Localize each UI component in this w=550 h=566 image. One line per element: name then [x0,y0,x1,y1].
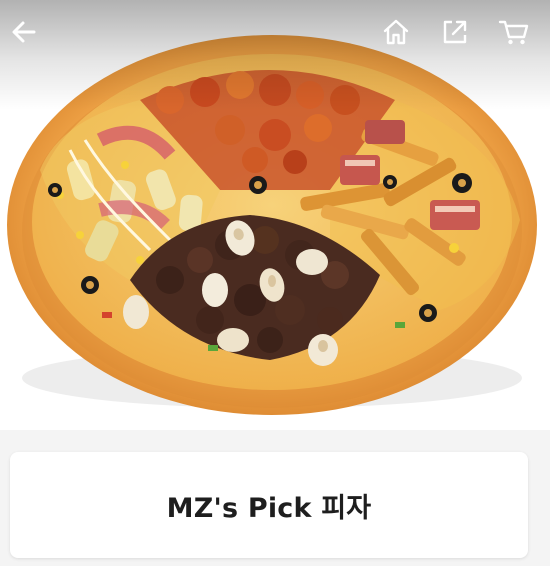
home-button[interactable] [378,14,414,50]
cart-icon [498,20,529,45]
product-title-card: MZ's Pick 피자 [10,452,528,558]
back-button[interactable] [6,14,42,50]
product-detail-screen: MZ's Pick 피자 [0,0,550,566]
cart-button[interactable] [496,14,532,50]
home-icon [383,19,409,45]
top-app-bar [0,0,550,66]
share-icon [443,20,467,44]
product-title: MZ's Pick 피자 [166,492,372,524]
arrow-left-icon [12,21,36,43]
share-button[interactable] [437,14,473,50]
pizza-image [7,35,537,415]
product-hero-image [0,0,550,450]
